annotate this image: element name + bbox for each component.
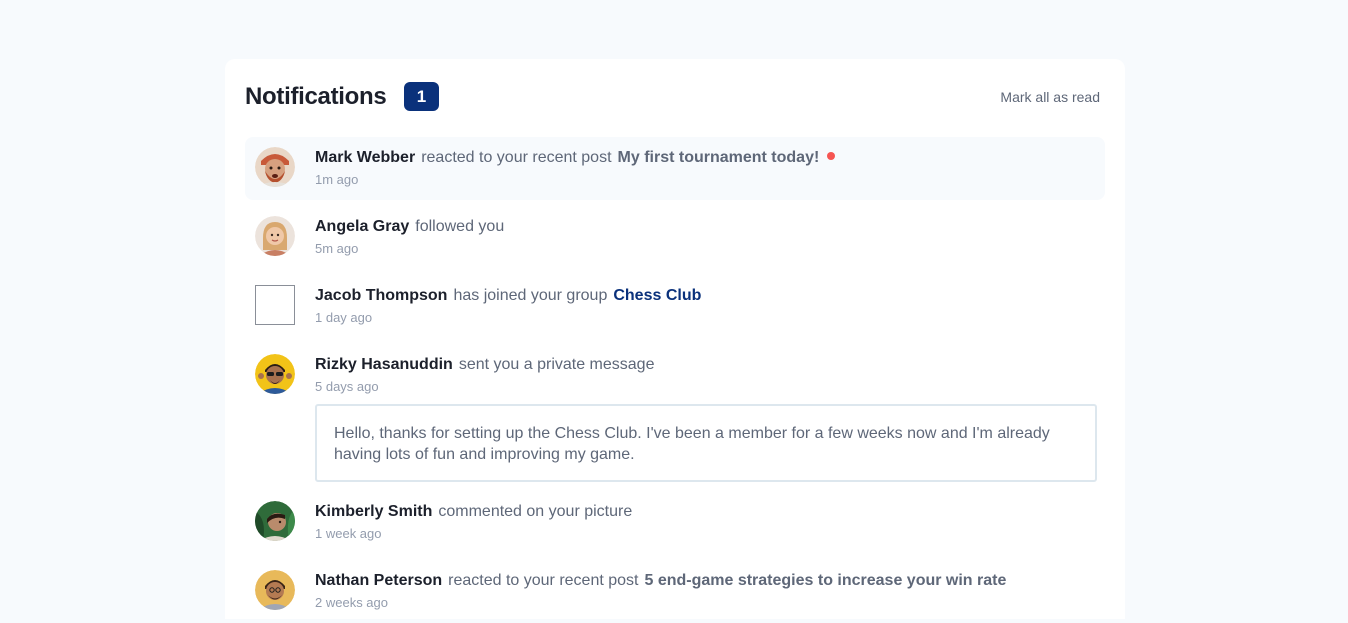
page-title: Notifications: [245, 83, 387, 110]
user-name-link[interactable]: Mark Webber: [315, 149, 415, 166]
group-link[interactable]: Chess Club: [613, 287, 701, 304]
notification-text: Mark Webber reacted to your recent post My…: [315, 148, 836, 168]
user-name-link[interactable]: Angela Gray: [315, 218, 409, 235]
user-name-link[interactable]: Jacob Thompson: [315, 287, 447, 304]
avatar[interactable]: [255, 354, 295, 394]
notification-text: Rizky Hasanuddin sent you a private messa…: [315, 355, 660, 375]
user-name-link[interactable]: Rizky Hasanuddin: [315, 356, 453, 373]
post-link[interactable]: 5 end-game strategies to increase your w…: [644, 572, 1006, 589]
notification-action: sent you a private message: [458, 356, 655, 373]
post-link[interactable]: My first tournament today!: [618, 149, 820, 166]
private-message-box[interactable]: Hello, thanks for setting up the Chess C…: [315, 404, 1097, 482]
notification-item[interactable]: Kimberly Smith commented on your picture …: [245, 491, 1105, 554]
user-name-link[interactable]: Nathan Peterson: [315, 572, 442, 589]
notification-action: reacted to your recent post: [421, 149, 612, 166]
unread-dot-icon: [827, 152, 836, 160]
notification-action: commented on your picture: [438, 503, 633, 520]
avatar[interactable]: [255, 216, 295, 256]
avatar[interactable]: [255, 147, 295, 187]
timestamp: 5m ago: [315, 241, 359, 256]
notification-text: Angela Gray followed you: [315, 217, 510, 237]
notification-item[interactable]: Jacob Thompson has joined your group Chess…: [245, 275, 1105, 338]
avatar-placeholder[interactable]: [255, 285, 295, 325]
notifications-header: Notifications 1 Mark all as read: [245, 82, 1100, 112]
notification-action: reacted to your recent post: [448, 572, 639, 589]
timestamp: 5 days ago: [315, 379, 379, 394]
timestamp: 1m ago: [315, 172, 359, 187]
avatar[interactable]: [255, 501, 295, 541]
notification-action: has joined your group: [453, 287, 608, 304]
mark-all-read-button[interactable]: Mark all as read: [1000, 88, 1100, 106]
notification-item[interactable]: Rizky Hasanuddin sent you a private messa…: [245, 344, 1105, 484]
avatar[interactable]: [255, 570, 295, 610]
notification-item[interactable]: Mark Webber reacted to your recent post My…: [245, 137, 1105, 200]
notification-text: Nathan Peterson reacted to your recent po…: [315, 571, 1006, 591]
user-name-link[interactable]: Kimberly Smith: [315, 503, 432, 520]
notifications-card: Notifications 1 Mark all as read Mark We…: [225, 59, 1125, 619]
timestamp: 1 day ago: [315, 310, 373, 325]
notification-action: followed you: [415, 218, 505, 235]
timestamp: 1 week ago: [315, 526, 382, 541]
notification-item[interactable]: Angela Gray followed you 5m ago: [245, 206, 1105, 269]
timestamp: 2 weeks ago: [315, 595, 388, 610]
notification-text: Jacob Thompson has joined your group Chess…: [315, 286, 701, 306]
unread-count-badge: 1: [404, 82, 439, 111]
notification-text: Kimberly Smith commented on your picture: [315, 502, 638, 522]
